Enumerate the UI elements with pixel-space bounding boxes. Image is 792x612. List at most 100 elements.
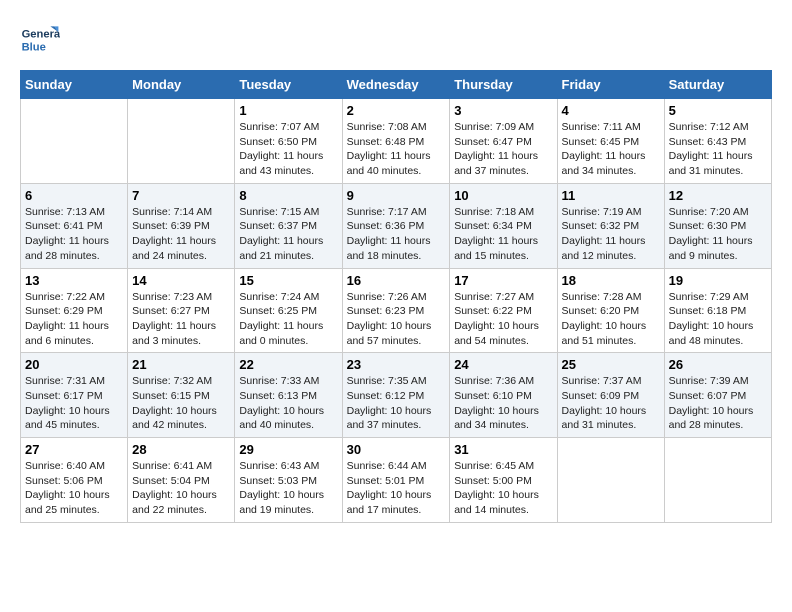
calendar-cell: 10 Sunrise: 7:18 AMSunset: 6:34 PMDayligh… <box>450 183 557 268</box>
day-info: Sunrise: 7:29 AMSunset: 6:18 PMDaylight:… <box>669 290 767 349</box>
day-number: 16 <box>347 273 446 288</box>
calendar-cell: 2Sunrise: 7:08 AMSunset: 6:48 PMDaylight… <box>342 99 450 184</box>
calendar-cell: 28Sunrise: 6:41 AMSunset: 5:04 PMDayligh… <box>128 438 235 523</box>
day-info: Sunrise: 7:17 AMSunset: 6:36 PMDaylight:… <box>347 205 446 264</box>
day-info: Sunrise: 7:22 AMSunset: 6:29 PMDaylight:… <box>25 290 123 349</box>
day-info: Sunrise: 7:26 AMSunset: 6:23 PMDaylight:… <box>347 290 446 349</box>
day-info: Sunrise: 7:33 AMSunset: 6:13 PMDaylight:… <box>239 374 337 433</box>
day-number: 6 <box>25 188 123 203</box>
calendar-cell: 25 Sunrise: 7:37 AMSunset: 6:09 PMDayligh… <box>557 353 664 438</box>
calendar-cell: 5Sunrise: 7:12 AMSunset: 6:43 PMDaylight… <box>664 99 771 184</box>
day-number: 12 <box>669 188 767 203</box>
calendar-cell: 21Sunrise: 7:32 AMSunset: 6:15 PMDayligh… <box>128 353 235 438</box>
day-info: Sunrise: 7:20 AMSunset: 6:30 PMDaylight:… <box>669 205 767 264</box>
day-number: 11 <box>562 188 660 203</box>
day-number: 8 <box>239 188 337 203</box>
column-header-friday: Friday <box>557 71 664 99</box>
day-number: 13 <box>25 273 123 288</box>
calendar-cell: 20 Sunrise: 7:31 AMSunset: 6:17 PMDayligh… <box>21 353 128 438</box>
day-info: Sunrise: 6:44 AMSunset: 5:01 PMDaylight:… <box>347 459 446 518</box>
day-number: 24 <box>454 357 552 372</box>
logo: General Blue <box>20 20 65 60</box>
calendar-cell: 1Sunrise: 7:07 AMSunset: 6:50 PMDaylight… <box>235 99 342 184</box>
day-info: Sunrise: 6:43 AMSunset: 5:03 PMDaylight:… <box>239 459 337 518</box>
day-number: 2 <box>347 103 446 118</box>
day-number: 5 <box>669 103 767 118</box>
calendar-cell: 26 Sunrise: 7:39 AMSunset: 6:07 PMDayligh… <box>664 353 771 438</box>
day-number: 10 <box>454 188 552 203</box>
column-header-monday: Monday <box>128 71 235 99</box>
day-info: Sunrise: 7:39 AMSunset: 6:07 PMDaylight:… <box>669 374 767 433</box>
calendar-cell: 16 Sunrise: 7:26 AMSunset: 6:23 PMDayligh… <box>342 268 450 353</box>
calendar-cell: 9 Sunrise: 7:17 AMSunset: 6:36 PMDaylight… <box>342 183 450 268</box>
day-info: Sunrise: 7:09 AMSunset: 6:47 PMDaylight:… <box>454 120 552 179</box>
calendar-cell: 31Sunrise: 6:45 AMSunset: 5:00 PMDayligh… <box>450 438 557 523</box>
day-info: Sunrise: 7:28 AMSunset: 6:20 PMDaylight:… <box>562 290 660 349</box>
calendar-cell: 15Sunrise: 7:24 AMSunset: 6:25 PMDayligh… <box>235 268 342 353</box>
calendar-cell: 14 Sunrise: 7:23 AMSunset: 6:27 PMDayligh… <box>128 268 235 353</box>
day-number: 3 <box>454 103 552 118</box>
calendar-cell: 8 Sunrise: 7:15 AMSunset: 6:37 PMDaylight… <box>235 183 342 268</box>
calendar-cell: 23 Sunrise: 7:35 AMSunset: 6:12 PMDayligh… <box>342 353 450 438</box>
calendar-cell: 3 Sunrise: 7:09 AMSunset: 6:47 PMDaylight… <box>450 99 557 184</box>
calendar-cell: 18 Sunrise: 7:28 AMSunset: 6:20 PMDayligh… <box>557 268 664 353</box>
calendar-cell <box>128 99 235 184</box>
column-header-tuesday: Tuesday <box>235 71 342 99</box>
svg-text:General: General <box>22 29 60 41</box>
day-number: 18 <box>562 273 660 288</box>
calendar-cell: 30Sunrise: 6:44 AMSunset: 5:01 PMDayligh… <box>342 438 450 523</box>
day-info: Sunrise: 7:13 AMSunset: 6:41 PMDaylight:… <box>25 205 123 264</box>
day-info: Sunrise: 7:37 AMSunset: 6:09 PMDaylight:… <box>562 374 660 433</box>
day-number: 19 <box>669 273 767 288</box>
day-number: 23 <box>347 357 446 372</box>
calendar-cell: 11 Sunrise: 7:19 AMSunset: 6:32 PMDayligh… <box>557 183 664 268</box>
calendar-cell: 17 Sunrise: 7:27 AMSunset: 6:22 PMDayligh… <box>450 268 557 353</box>
calendar-cell: 24 Sunrise: 7:36 AMSunset: 6:10 PMDayligh… <box>450 353 557 438</box>
day-number: 15 <box>239 273 337 288</box>
calendar-cell: 4 Sunrise: 7:11 AMSunset: 6:45 PMDaylight… <box>557 99 664 184</box>
day-number: 22 <box>239 357 337 372</box>
day-info: Sunrise: 6:41 AMSunset: 5:04 PMDaylight:… <box>132 459 230 518</box>
calendar-cell <box>21 99 128 184</box>
day-info: Sunrise: 7:36 AMSunset: 6:10 PMDaylight:… <box>454 374 552 433</box>
calendar-header: SundayMondayTuesdayWednesdayThursdayFrid… <box>21 71 772 99</box>
calendar-week-4: 20 Sunrise: 7:31 AMSunset: 6:17 PMDayligh… <box>21 353 772 438</box>
svg-text:Blue: Blue <box>22 41 46 53</box>
day-info: Sunrise: 7:27 AMSunset: 6:22 PMDaylight:… <box>454 290 552 349</box>
day-info: Sunrise: 7:14 AMSunset: 6:39 PMDaylight:… <box>132 205 230 264</box>
day-info: Sunrise: 7:31 AMSunset: 6:17 PMDaylight:… <box>25 374 123 433</box>
day-number: 9 <box>347 188 446 203</box>
calendar-cell: 7 Sunrise: 7:14 AMSunset: 6:39 PMDaylight… <box>128 183 235 268</box>
day-info: Sunrise: 6:45 AMSunset: 5:00 PMDaylight:… <box>454 459 552 518</box>
day-number: 14 <box>132 273 230 288</box>
day-number: 26 <box>669 357 767 372</box>
day-number: 20 <box>25 357 123 372</box>
day-number: 25 <box>562 357 660 372</box>
day-info: Sunrise: 7:19 AMSunset: 6:32 PMDaylight:… <box>562 205 660 264</box>
day-info: Sunrise: 7:32 AMSunset: 6:15 PMDaylight:… <box>132 374 230 433</box>
day-info: Sunrise: 6:40 AMSunset: 5:06 PMDaylight:… <box>25 459 123 518</box>
day-info: Sunrise: 7:07 AMSunset: 6:50 PMDaylight:… <box>239 120 337 179</box>
calendar-cell: 19 Sunrise: 7:29 AMSunset: 6:18 PMDayligh… <box>664 268 771 353</box>
calendar-week-2: 6 Sunrise: 7:13 AMSunset: 6:41 PMDaylight… <box>21 183 772 268</box>
calendar-week-5: 27 Sunrise: 6:40 AMSunset: 5:06 PMDayligh… <box>21 438 772 523</box>
day-number: 29 <box>239 442 337 457</box>
day-number: 4 <box>562 103 660 118</box>
column-header-sunday: Sunday <box>21 71 128 99</box>
day-number: 7 <box>132 188 230 203</box>
day-number: 27 <box>25 442 123 457</box>
calendar-cell: 29 Sunrise: 6:43 AMSunset: 5:03 PMDayligh… <box>235 438 342 523</box>
column-header-saturday: Saturday <box>664 71 771 99</box>
page-header: General Blue <box>20 20 772 60</box>
day-info: Sunrise: 7:23 AMSunset: 6:27 PMDaylight:… <box>132 290 230 349</box>
calendar-cell <box>664 438 771 523</box>
calendar-cell <box>557 438 664 523</box>
column-header-thursday: Thursday <box>450 71 557 99</box>
day-info: Sunrise: 7:18 AMSunset: 6:34 PMDaylight:… <box>454 205 552 264</box>
day-info: Sunrise: 7:15 AMSunset: 6:37 PMDaylight:… <box>239 205 337 264</box>
day-info: Sunrise: 7:11 AMSunset: 6:45 PMDaylight:… <box>562 120 660 179</box>
calendar-cell: 12 Sunrise: 7:20 AMSunset: 6:30 PMDayligh… <box>664 183 771 268</box>
calendar-table: SundayMondayTuesdayWednesdayThursdayFrid… <box>20 70 772 523</box>
day-number: 17 <box>454 273 552 288</box>
day-info: Sunrise: 7:35 AMSunset: 6:12 PMDaylight:… <box>347 374 446 433</box>
